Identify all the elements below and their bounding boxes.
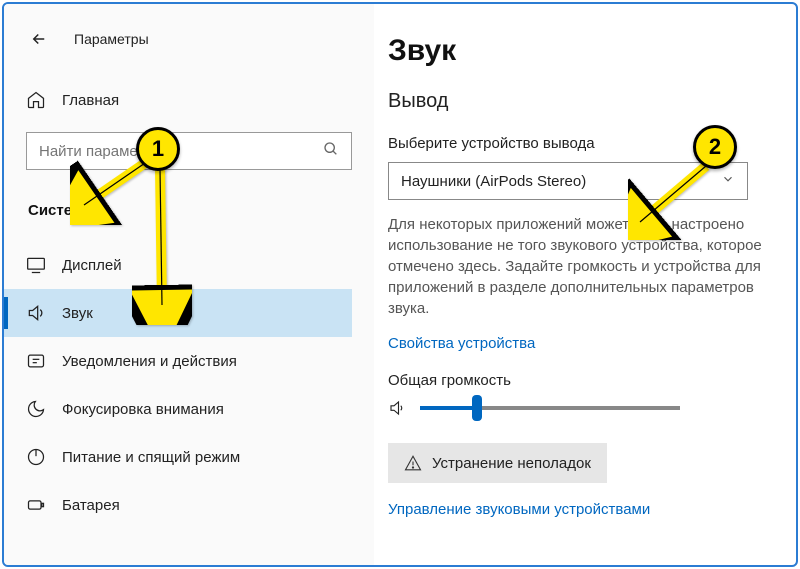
volume-fill — [420, 406, 477, 410]
annotation-marker-1: 1 — [136, 127, 180, 171]
volume-icon — [388, 399, 406, 417]
output-device-value: Наушники (AirPods Stereo) — [401, 173, 586, 190]
volume-row — [388, 399, 796, 417]
annotation-arrow-1b — [132, 165, 192, 325]
nav-label: Уведомления и действия — [62, 353, 237, 370]
nav-label: Фокусировка внимания — [62, 401, 224, 418]
device-properties-link[interactable]: Свойства устройства — [388, 335, 535, 352]
display-icon — [26, 255, 46, 275]
home-label: Главная — [62, 92, 119, 109]
manage-devices-link[interactable]: Управление звуковыми устройствами — [388, 501, 796, 518]
nav-item-battery[interactable]: Батарея — [4, 481, 352, 529]
arrow-left-icon — [30, 30, 48, 48]
back-button[interactable] — [26, 26, 52, 52]
home-icon — [26, 90, 46, 110]
nav-label: Питание и спящий режим — [62, 449, 240, 466]
home-link[interactable]: Главная — [26, 82, 352, 118]
output-header: Вывод — [388, 90, 796, 113]
volume-thumb[interactable] — [472, 395, 482, 421]
content-area: Звук Вывод Выберите устройство вывода На… — [374, 4, 796, 565]
nav-label: Звук — [62, 305, 93, 322]
annotation-arrow-2 — [628, 160, 718, 240]
troubleshoot-button[interactable]: Устранение неполадок — [388, 443, 607, 483]
warning-icon — [404, 454, 422, 472]
battery-icon — [26, 495, 46, 515]
chevron-down-icon — [721, 172, 735, 190]
search-icon — [323, 141, 339, 162]
power-icon — [26, 447, 46, 467]
focus-icon — [26, 399, 46, 419]
nav-label: Дисплей — [62, 257, 122, 274]
troubleshoot-label: Устранение неполадок — [432, 455, 591, 472]
nav-item-notifications[interactable]: Уведомления и действия — [4, 337, 352, 385]
output-description: Для некоторых приложений может быть наст… — [388, 214, 778, 319]
nav-item-power[interactable]: Питание и спящий режим — [4, 433, 352, 481]
volume-label: Общая громкость — [388, 372, 796, 389]
annotation-marker-2: 2 — [693, 125, 737, 169]
page-title: Параметры — [74, 31, 149, 47]
notifications-icon — [26, 351, 46, 371]
sound-icon — [26, 303, 46, 323]
nav-label: Батарея — [62, 497, 120, 514]
nav-item-focus[interactable]: Фокусировка внимания — [4, 385, 352, 433]
content-title: Звук — [388, 34, 796, 68]
topbar: Параметры — [26, 22, 352, 56]
volume-slider[interactable] — [420, 406, 680, 410]
